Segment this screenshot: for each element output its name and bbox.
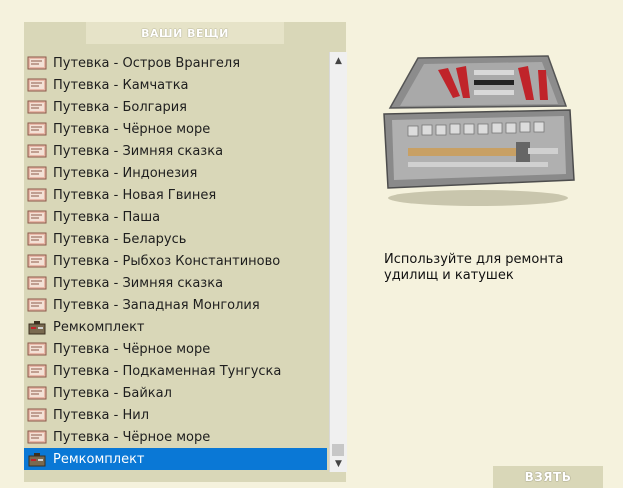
list-item[interactable]: Путевка - Нил xyxy=(24,404,327,426)
ticket-icon xyxy=(27,165,47,181)
list-item[interactable]: Путевка - Зимняя сказка xyxy=(24,272,327,294)
ticket-icon xyxy=(27,99,47,115)
list-item-label: Путевка - Камчатка xyxy=(53,77,189,93)
list-item[interactable]: Путевка - Байкал xyxy=(24,382,327,404)
ticket-icon xyxy=(27,385,47,401)
list-item[interactable]: Путевка - Новая Гвинея xyxy=(24,184,327,206)
list-item[interactable]: Путевка - Индонезия xyxy=(24,162,327,184)
list-item-label: Путевка - Байкал xyxy=(53,385,172,401)
list-item-label: Путевка - Рыбхоз Константиново xyxy=(53,253,281,269)
ticket-icon xyxy=(27,231,47,247)
list-item-label: Путевка - Западная Монголия xyxy=(53,297,260,313)
list-item-label: Путевка - Индонезия xyxy=(53,165,198,181)
list-item[interactable]: Путевка - Болгария xyxy=(24,96,327,118)
list-item-label: Ремкомплект xyxy=(53,319,145,335)
repair-kit-icon xyxy=(27,319,47,335)
ticket-icon xyxy=(27,407,47,423)
ticket-icon xyxy=(27,297,47,313)
list-item[interactable]: Путевка - Западная Монголия xyxy=(24,294,327,316)
list-item[interactable]: Путевка - Камчатка xyxy=(24,74,327,96)
ticket-icon xyxy=(27,143,47,159)
list-item[interactable]: Путевка - Паша xyxy=(24,206,327,228)
repair-kit-icon xyxy=(27,451,47,467)
inventory-scrollbar[interactable]: ▲ ▼ xyxy=(329,52,347,472)
ticket-icon xyxy=(27,55,47,71)
ticket-icon xyxy=(27,187,47,203)
list-item-label: Путевка - Чёрное море xyxy=(53,121,211,137)
scroll-down-arrow-icon[interactable]: ▼ xyxy=(330,455,347,472)
list-item[interactable]: Путевка - Чёрное море xyxy=(24,118,327,140)
list-item-label: Путевка - Чёрное море xyxy=(53,429,211,445)
ticket-icon xyxy=(27,253,47,269)
list-item[interactable]: Путевка - Чёрное море xyxy=(24,338,327,360)
list-item[interactable]: Ремкомплект xyxy=(24,448,327,470)
list-item-label: Путевка - Зимняя сказка xyxy=(53,275,224,291)
list-item[interactable]: Путевка - Подкаменная Тунгуска xyxy=(24,360,327,382)
ticket-icon xyxy=(27,341,47,357)
scroll-up-arrow-icon[interactable]: ▲ xyxy=(330,52,347,69)
inventory-list[interactable]: Путевка - Остров Врангеля Путевка - Камча… xyxy=(24,52,327,472)
ticket-icon xyxy=(27,121,47,137)
list-item-label: Путевка - Остров Врангеля xyxy=(53,55,241,71)
list-item-label: Путевка - Беларусь xyxy=(53,231,187,247)
item-description: Используйте для ремонта удилищ и катушек xyxy=(384,252,564,283)
list-item[interactable]: Ремкомплект xyxy=(24,316,327,338)
ticket-icon xyxy=(27,429,47,445)
list-item-label: Путевка - Паша xyxy=(53,209,161,225)
list-item[interactable]: Путевка - Остров Врангеля xyxy=(24,52,327,74)
list-item[interactable]: Путевка - Беларусь xyxy=(24,228,327,250)
list-item-label: Путевка - Чёрное море xyxy=(53,341,211,357)
list-item-label: Путевка - Подкаменная Тунгуска xyxy=(53,363,282,379)
toolbox-image xyxy=(378,48,578,208)
ticket-icon xyxy=(27,363,47,379)
list-item-label: Путевка - Новая Гвинея xyxy=(53,187,217,203)
list-item[interactable]: Путевка - Рыбхоз Константиново xyxy=(24,250,327,272)
ticket-icon xyxy=(27,209,47,225)
ticket-icon xyxy=(27,77,47,93)
take-button[interactable]: ВЗЯТЬ xyxy=(493,466,603,488)
list-item-label: Путевка - Зимняя сказка xyxy=(53,143,224,159)
list-item-label: Путевка - Нил xyxy=(53,407,150,423)
list-item[interactable]: Путевка - Зимняя сказка xyxy=(24,140,327,162)
list-item-label: Путевка - Болгария xyxy=(53,99,187,115)
inventory-panel-title: ВАШИ ВЕЩИ xyxy=(86,22,284,44)
ticket-icon xyxy=(27,275,47,291)
list-item[interactable]: Путевка - Чёрное море xyxy=(24,426,327,448)
list-item-label: Ремкомплект xyxy=(53,451,145,467)
